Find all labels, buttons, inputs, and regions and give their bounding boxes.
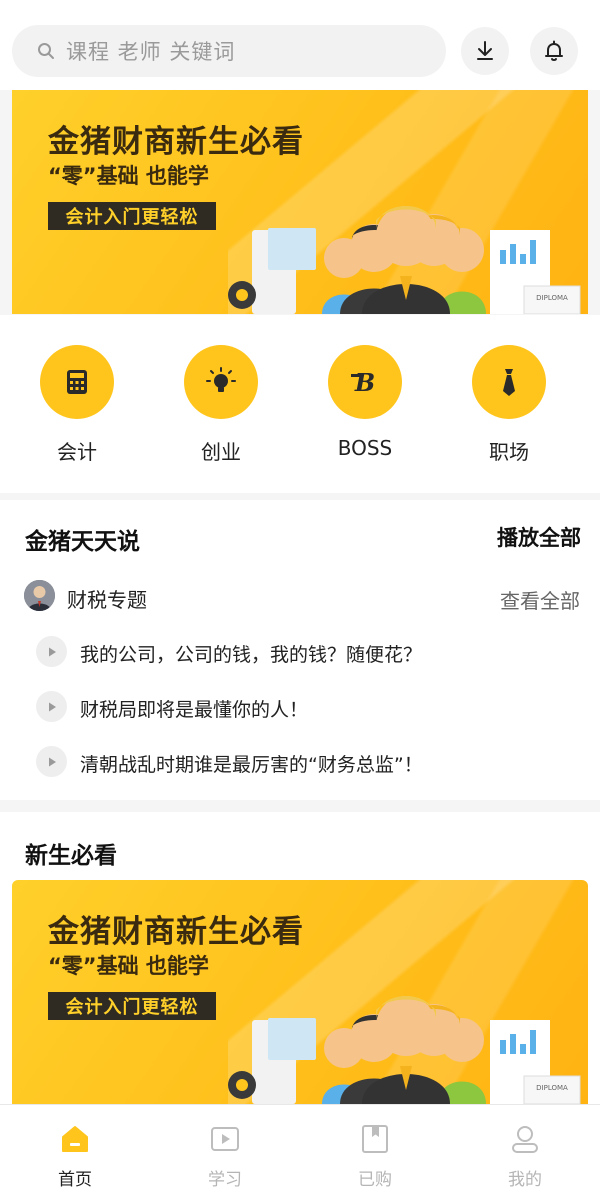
nav-purchased[interactable]: 已购	[300, 1105, 450, 1200]
section-title: 新生必看	[25, 843, 117, 869]
category-label: 创业	[201, 440, 241, 464]
audio-item-title: 我的公司，公司的钱，我的钱？随便花？	[80, 644, 423, 666]
audio-item[interactable]: 我的公司，公司的钱，我的钱？随便花？	[36, 636, 576, 668]
play-icon	[48, 647, 56, 656]
svg-text:B: B	[354, 368, 375, 397]
view-all-link[interactable]: 查看全部	[500, 585, 580, 614]
audio-item[interactable]: 清朝战乱时期谁是最厉害的“财务总监”！	[36, 746, 576, 778]
category-icon-circle	[184, 345, 258, 419]
calculator-icon	[67, 370, 87, 394]
category-icon-circle: B	[328, 345, 402, 419]
play-icon	[48, 702, 56, 711]
category-boss[interactable]: B BOSS	[310, 345, 420, 460]
home-icon	[62, 1126, 88, 1152]
banner-subtitle: “零”基础 也能学	[48, 954, 209, 978]
topic-name: 财税专题	[67, 588, 147, 612]
audio-item[interactable]: 财税局即将是最懂你的人！	[36, 691, 576, 723]
play-button[interactable]	[36, 636, 67, 667]
video-icon	[211, 1127, 239, 1151]
audio-item-title: 财税局即将是最懂你的人！	[80, 699, 309, 721]
section-title: 金猪天天说	[25, 529, 140, 555]
search-input[interactable]: 课程 老师 关键词	[12, 25, 446, 77]
play-button[interactable]	[36, 691, 67, 722]
nav-mine[interactable]: 我的	[450, 1105, 600, 1200]
notification-button[interactable]	[530, 27, 578, 75]
bottom-navigation: 首页 学习 已购 我的	[0, 1104, 600, 1200]
bell-icon	[545, 40, 563, 61]
new-student-banner[interactable]: 金猪财商新生必看 “零”基础 也能学 会计入门更轻松 DIPLOMA	[12, 880, 588, 1104]
diploma-label: DIPLOMA	[536, 294, 568, 302]
diploma-label: DIPLOMA	[536, 1084, 568, 1092]
banner-tag: 会计入门更轻松	[48, 202, 216, 230]
user-icon	[512, 1126, 538, 1153]
nav-label: 学习	[208, 1170, 242, 1190]
download-icon	[477, 41, 493, 60]
play-icon	[48, 757, 56, 766]
nav-label: 我的	[508, 1170, 542, 1190]
bookmark-icon	[362, 1125, 388, 1153]
category-grid: 会计 创业 B BOSS 职场	[0, 315, 600, 493]
promo-banner[interactable]: 金猪财商新生必看 “零”基础 也能学 会计入门更轻松 DIPLOMA	[12, 90, 588, 314]
daily-talk-section: 金猪天天说 播放全部 财税专题 查看全部 我的公司，公司的钱，我的钱？随便花？	[0, 500, 600, 800]
search-icon	[38, 43, 54, 59]
nav-study[interactable]: 学习	[150, 1105, 300, 1200]
top-bar: 课程 老师 关键词	[0, 0, 600, 90]
banner-illustration: DIPLOMA	[228, 206, 581, 314]
play-button[interactable]	[36, 746, 67, 777]
category-workplace[interactable]: 职场	[454, 345, 564, 465]
play-all-button[interactable]: 播放全部	[497, 522, 581, 552]
category-icon-circle	[40, 345, 114, 419]
boss-b-icon: B	[351, 368, 375, 397]
avatar-image	[24, 580, 55, 611]
nav-home[interactable]: 首页	[0, 1105, 150, 1200]
category-label: 会计	[57, 440, 97, 464]
banner-illustration: DIPLOMA	[228, 996, 581, 1104]
category-icon-circle	[472, 345, 546, 419]
category-label: BOSS	[337, 436, 393, 460]
banner-subtitle: “零”基础 也能学	[48, 164, 209, 188]
new-student-section: 新生必看 金猪财商新生必看 “零”基础 也能学 会计入门更轻松 DIPLOMA	[0, 812, 600, 1104]
home-page: 课程 老师 关键词 金猪财商新生必看 “零”基础 也能学 会计入门更轻松 DIP…	[0, 0, 600, 1200]
necktie-icon	[503, 369, 515, 396]
lightbulb-icon	[206, 367, 236, 392]
banner-tag: 会计入门更轻松	[48, 992, 216, 1020]
download-button[interactable]	[461, 27, 509, 75]
topic-header: 财税专题 查看全部	[24, 580, 580, 614]
nav-label: 首页	[58, 1170, 92, 1190]
search-placeholder: 课程 老师 关键词	[66, 40, 236, 64]
category-startup[interactable]: 创业	[166, 345, 276, 465]
nav-label: 已购	[358, 1170, 392, 1190]
avatar	[24, 580, 55, 611]
audio-item-title: 清朝战乱时期谁是最厉害的“财务总监”！	[80, 754, 423, 776]
category-accounting[interactable]: 会计	[22, 345, 132, 465]
category-label: 职场	[489, 440, 529, 464]
